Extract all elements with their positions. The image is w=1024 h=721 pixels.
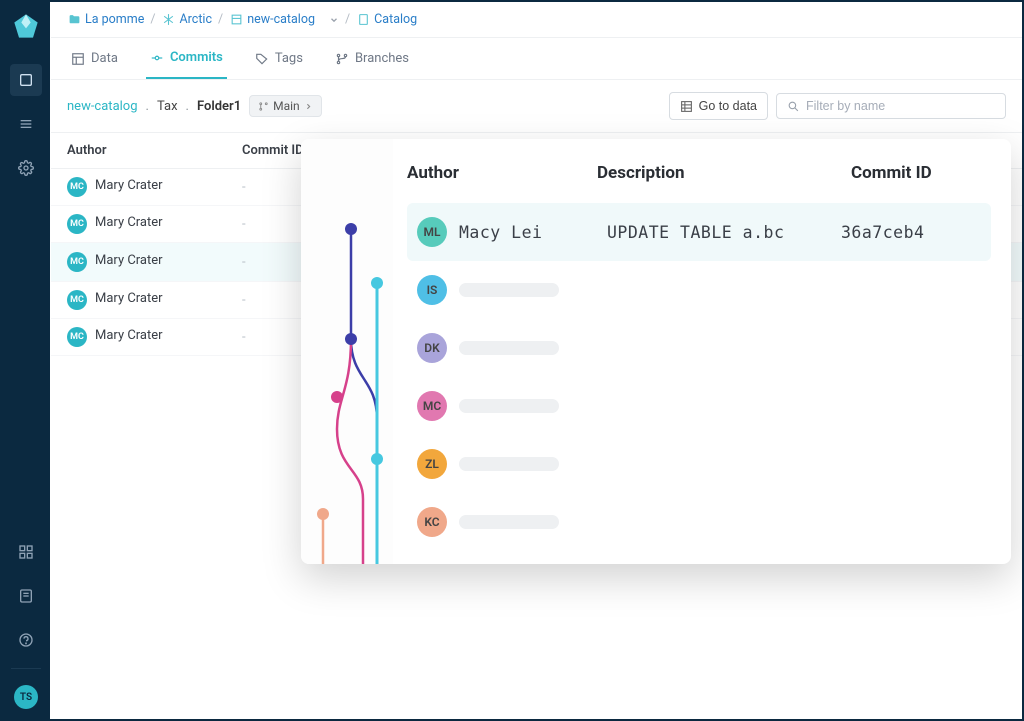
branch-label: Main — [273, 99, 300, 113]
avatar: MC — [67, 177, 87, 197]
author-name: Mary Crater — [95, 291, 163, 306]
tab-label: Commits — [170, 50, 223, 65]
tab-label: Branches — [355, 51, 409, 66]
avatar: MC — [67, 214, 87, 234]
commit-row[interactable]: IS — [407, 261, 991, 319]
card-col-commit-id: Commit ID — [851, 163, 991, 183]
nav-help[interactable] — [10, 624, 42, 656]
left-sidebar: TS — [2, 2, 50, 719]
subheader: new-catalog . Tax . Folder1 Main Go to d… — [51, 80, 1022, 132]
path-separator: . — [186, 99, 189, 114]
author-name: Mary Crater — [95, 328, 163, 343]
chevron-down-icon[interactable] — [329, 15, 339, 25]
tab-branches[interactable]: Branches — [331, 38, 413, 79]
catalog-icon — [229, 13, 243, 27]
button-label: Go to data — [699, 99, 757, 113]
tab-commits[interactable]: Commits — [146, 38, 227, 79]
grid-icon — [680, 100, 693, 113]
commit-row-highlight[interactable]: ML Macy Lei UPDATE TABLE a.bc 36a7ceb4 — [407, 203, 991, 261]
avatar: MC — [417, 391, 447, 421]
breadcrumb-separator: / — [218, 12, 223, 27]
breadcrumb-item[interactable]: Arctic — [162, 12, 213, 27]
breadcrumb-label: Arctic — [180, 12, 213, 27]
path-root[interactable]: new-catalog — [67, 99, 138, 114]
avatar: ML — [417, 217, 447, 247]
nav-list[interactable] — [10, 108, 42, 140]
breadcrumb-label: new-catalog — [247, 12, 315, 27]
commit-row[interactable]: ZL — [407, 435, 991, 493]
commit-row[interactable]: MC — [407, 377, 991, 435]
tab-tags[interactable]: Tags — [251, 38, 307, 79]
author-name: Mary Crater — [95, 253, 163, 268]
card-col-author: Author — [407, 163, 597, 183]
commit-row[interactable]: KC — [407, 493, 991, 551]
path-leaf: Folder1 — [197, 99, 241, 114]
nav-explorer[interactable] — [10, 64, 42, 96]
author-name: Macy Lei — [459, 223, 542, 242]
avatar: DK — [417, 333, 447, 363]
snowflake-icon — [162, 13, 176, 27]
nav-docs[interactable] — [10, 580, 42, 612]
book-icon — [356, 13, 370, 27]
avatar: IS — [417, 275, 447, 305]
skeleton — [459, 457, 559, 471]
skeleton — [459, 341, 559, 355]
col-header-author[interactable]: Author — [67, 143, 242, 158]
avatar: MC — [67, 327, 87, 347]
breadcrumb-label: La pomme — [85, 12, 144, 27]
breadcrumb-label: Catalog — [374, 12, 417, 27]
main-content: La pomme / Arctic / new-catalog / Catalo… — [50, 2, 1022, 719]
commit-id: 36a7ceb4 — [841, 223, 924, 242]
breadcrumb-item[interactable]: La pomme — [67, 12, 144, 27]
breadcrumb: La pomme / Arctic / new-catalog / Catalo… — [51, 2, 1022, 38]
breadcrumb-separator: / — [150, 12, 155, 27]
path-separator: . — [146, 99, 149, 114]
commit-graph — [301, 139, 393, 564]
avatar: MC — [67, 290, 87, 310]
nav-settings[interactable] — [10, 152, 42, 184]
branch-selector[interactable]: Main — [249, 95, 322, 117]
search-box[interactable] — [776, 93, 1006, 119]
breadcrumb-item[interactable]: new-catalog — [229, 12, 339, 27]
skeleton — [459, 283, 559, 297]
breadcrumb-separator: / — [345, 12, 350, 27]
avatar: KC — [417, 507, 447, 537]
tab-label: Data — [91, 51, 118, 66]
user-avatar[interactable]: TS — [14, 685, 38, 709]
breadcrumb-item[interactable]: Catalog — [356, 12, 417, 27]
commit-description: UPDATE TABLE a.bc — [607, 223, 784, 242]
chevron-right-icon — [304, 102, 313, 111]
card-col-desc: Description — [597, 163, 851, 183]
commit-row[interactable]: DK — [407, 319, 991, 377]
search-icon — [787, 100, 800, 113]
tab-data[interactable]: Data — [67, 38, 122, 79]
skeleton — [459, 515, 559, 529]
go-to-data-button[interactable]: Go to data — [669, 92, 768, 120]
author-name: Mary Crater — [95, 178, 163, 193]
search-input[interactable] — [806, 99, 995, 113]
view-tabs: Data Commits Tags Branches — [51, 38, 1022, 80]
author-name: Mary Crater — [95, 215, 163, 230]
path-mid[interactable]: Tax — [157, 99, 178, 114]
skeleton — [459, 399, 559, 413]
app-logo — [12, 12, 40, 40]
folder-icon — [67, 13, 81, 27]
avatar: ZL — [417, 449, 447, 479]
avatar: MC — [67, 252, 87, 272]
nav-apps[interactable] — [10, 536, 42, 568]
commit-detail-card: Author Description Commit ID ML Macy Lei… — [301, 139, 1011, 564]
tab-label: Tags — [275, 51, 303, 66]
commit-detail-list: Author Description Commit ID ML Macy Lei… — [393, 139, 1011, 564]
